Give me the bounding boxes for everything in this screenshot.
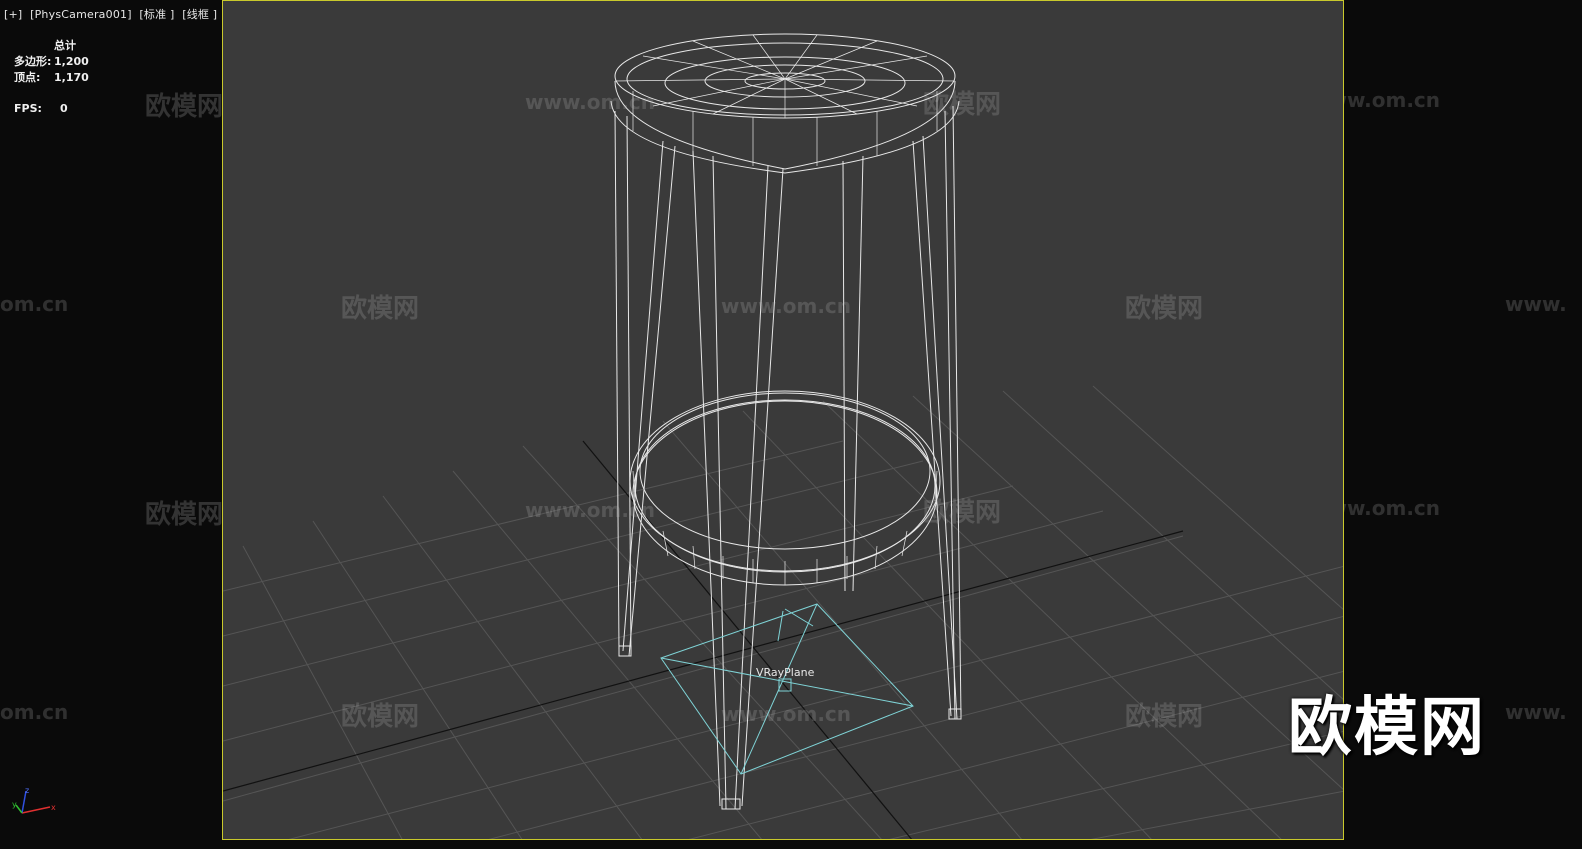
viewport-display-menu[interactable]: [线框 ] xyxy=(182,8,217,21)
viewport-plus-menu[interactable]: [+] xyxy=(4,8,22,21)
watermark-brand: 欧模网 xyxy=(145,92,224,122)
stats-fps: FPS: 0 xyxy=(14,101,89,117)
watermark-url: om.cn xyxy=(0,292,69,316)
polygons-value: 1,200 xyxy=(54,55,89,68)
viewport-camera-menu[interactable]: [PhysCamera001] xyxy=(30,8,132,21)
svg-text:欧模网: 欧模网 xyxy=(923,497,1001,528)
watermark-url: om.cn xyxy=(0,700,69,724)
camera-viewport[interactable]: www.om.cn 欧模网 欧模网 www.om.cn 欧模网 www.om.c… xyxy=(222,0,1344,840)
viewport-label[interactable]: [+] [PhysCamera001] [标准 ] [线框 ] xyxy=(4,6,221,22)
vertices-label: 顶点: xyxy=(14,71,41,84)
polygons-label: 多边形: xyxy=(14,55,52,68)
watermark-brand: 欧模网 xyxy=(145,500,224,530)
svg-text:www.om.cn: www.om.cn xyxy=(525,90,655,114)
svg-text:www.om.cn: www.om.cn xyxy=(721,294,851,318)
svg-text:欧模网: 欧模网 xyxy=(341,293,419,324)
watermark-url: www. xyxy=(1505,700,1567,724)
svg-text:欧模网: 欧模网 xyxy=(1125,701,1203,732)
stool-seat xyxy=(610,33,960,174)
fps-label: FPS: xyxy=(14,102,42,115)
scene-statistics: 总计 多边形: 1,200 顶点: 1,170 FPS: 0 xyxy=(14,38,89,117)
ground-grid xyxy=(223,385,1343,839)
svg-text:欧模网: 欧模网 xyxy=(341,701,419,732)
svg-text:欧模网: 欧模网 xyxy=(923,89,1001,120)
stool-footrest xyxy=(629,390,941,586)
stats-polygons: 多边形: 1,200 xyxy=(14,54,89,70)
world-axes xyxy=(223,440,1184,839)
viewport-shading-menu[interactable]: [标准 ] xyxy=(139,8,174,21)
watermark-url: www. xyxy=(1505,292,1567,316)
stats-header: 总计 xyxy=(54,39,76,52)
viewport-watermarks: www.om.cn 欧模网 欧模网 www.om.cn 欧模网 www.om.c… xyxy=(341,89,1203,732)
site-logo: 欧模网 xyxy=(1288,691,1486,765)
wireframe-scene: www.om.cn 欧模网 欧模网 www.om.cn 欧模网 www.om.c… xyxy=(223,33,1343,839)
svg-text:www.om.cn: www.om.cn xyxy=(525,498,655,522)
vray-plane-label: VRayPlane xyxy=(756,666,815,679)
gizmo-z-label: z xyxy=(25,786,29,795)
stats-vertices: 顶点: 1,170 xyxy=(14,70,89,86)
fps-value: 0 xyxy=(60,102,68,115)
axis-gizmo-icon: x z y xyxy=(12,786,56,814)
gizmo-y-label: y xyxy=(12,800,17,809)
gizmo-x-label: x xyxy=(51,803,56,812)
svg-text:www.om.cn: www.om.cn xyxy=(721,702,851,726)
svg-text:欧模网: 欧模网 xyxy=(1125,293,1203,324)
vertices-value: 1,170 xyxy=(54,71,89,84)
